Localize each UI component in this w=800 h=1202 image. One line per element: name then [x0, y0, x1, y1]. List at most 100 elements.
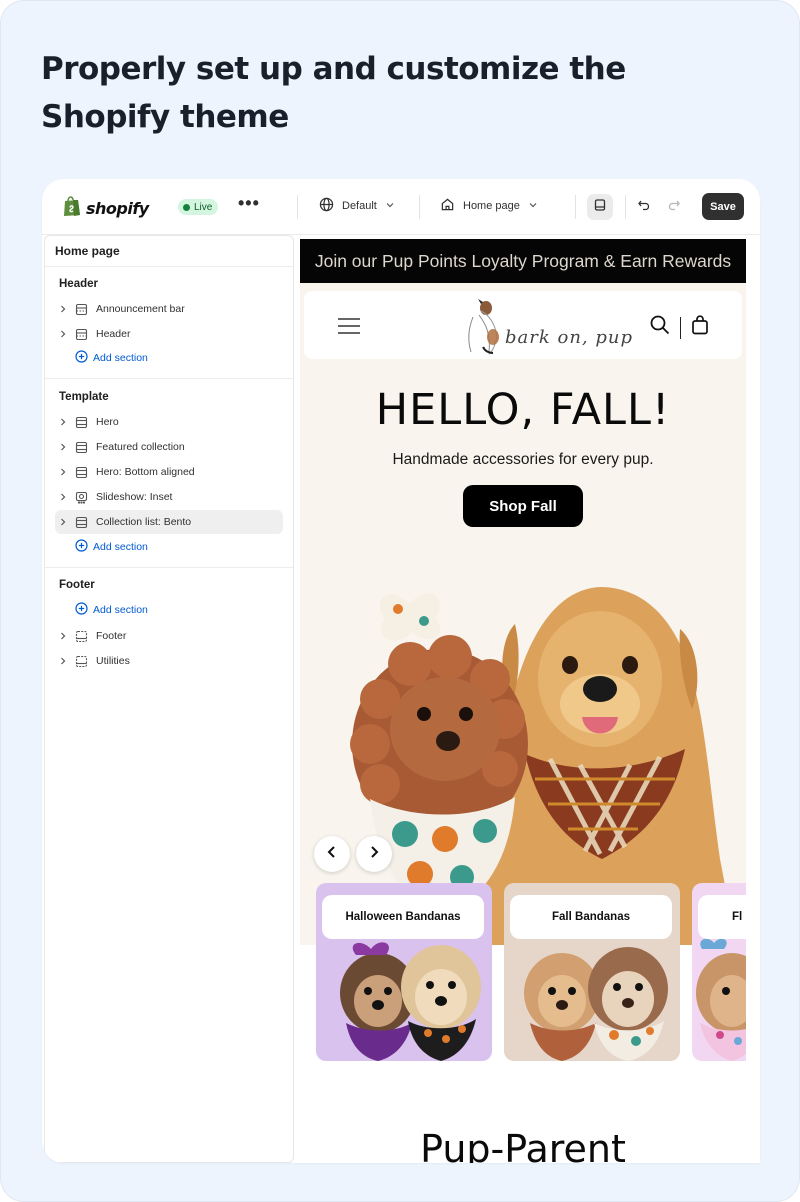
- dog-logo-icon: [459, 297, 503, 362]
- add-section-template[interactable]: Add section: [75, 539, 148, 555]
- header-icons: [650, 315, 709, 340]
- sidebar-item-label: Collection list: Bento: [96, 516, 192, 528]
- sidebar-item-hero[interactable]: Hero: [55, 410, 283, 434]
- theme-selector[interactable]: Default: [319, 197, 395, 215]
- group-template-label: Template: [59, 391, 109, 403]
- more-actions-button[interactable]: •••: [238, 193, 260, 214]
- sidebar-item-featured-collection[interactable]: Featured collection: [55, 435, 283, 459]
- add-section-label: Add section: [93, 352, 148, 364]
- sidebar-item-label: Featured collection: [96, 441, 185, 453]
- toolbar-divider: [575, 195, 576, 219]
- live-label: Live: [194, 201, 213, 213]
- sidebar-item-label: Slideshow: Inset: [96, 491, 173, 503]
- desktop-icon: [593, 198, 607, 217]
- toolbar-divider: [625, 195, 626, 219]
- live-dot-icon: [183, 203, 190, 211]
- save-button[interactable]: Save: [702, 193, 744, 220]
- hero-title: HELLO, FALL!: [375, 385, 671, 435]
- chevron-right-icon: [59, 304, 71, 314]
- collection-card-floral[interactable]: Fl: [692, 883, 746, 1061]
- sidebar-item-footer[interactable]: Footer: [55, 624, 283, 648]
- section-icon: [75, 516, 89, 529]
- collection-card-halloween[interactable]: Halloween Bandanas: [316, 883, 492, 1061]
- page-selector[interactable]: Home page: [440, 197, 538, 215]
- shopify-bag-icon: [62, 195, 82, 222]
- sidebar-item-label: Footer: [96, 630, 127, 642]
- sidebar-title: Home page: [55, 244, 120, 258]
- theme-selector-label: Default: [342, 200, 377, 212]
- shopify-wordmark: shopify: [86, 199, 149, 218]
- sidebar-item-label: Announcement bar: [96, 303, 185, 315]
- slideshow-next-button[interactable]: [356, 836, 392, 872]
- collection-card-fall[interactable]: Fall Bandanas: [504, 883, 680, 1061]
- add-section-label: Add section: [93, 604, 148, 616]
- sidebar-item-announcement-bar[interactable]: Announcement bar: [55, 297, 283, 321]
- chevron-right-icon: [59, 656, 71, 666]
- theme-editor-window: shopify Live ••• Default Home page Save …: [42, 179, 760, 1163]
- live-badge: Live: [178, 199, 219, 215]
- sidebar-item-collection-list-bento[interactable]: Collection list: Bento: [55, 510, 283, 534]
- sidebar-item-slideshow-inset[interactable]: Slideshow: Inset: [55, 485, 283, 509]
- sidebar-item-label: Hero: [96, 416, 119, 428]
- section-heading: Pup-Parent: [420, 1127, 626, 1163]
- desktop-preview-button[interactable]: [587, 194, 613, 220]
- collection-label: Halloween Bandanas: [322, 895, 484, 939]
- sections-sidebar: Home page Header Announcement bar Header…: [44, 235, 294, 1163]
- plus-circle-icon: [75, 350, 88, 366]
- undo-icon: [637, 198, 651, 217]
- chevron-down-icon: [385, 200, 395, 213]
- add-section-header[interactable]: Add section: [75, 350, 148, 366]
- redo-button[interactable]: [661, 194, 687, 220]
- search-icon[interactable]: [650, 315, 670, 340]
- sidebar-item-label: Header: [96, 328, 131, 340]
- store-brand-text: bark on, pup: [505, 327, 633, 348]
- section-icon: [75, 328, 89, 341]
- undo-button[interactable]: [631, 194, 657, 220]
- announcement-text: Join our Pup Points Loyalty Program & Ea…: [314, 250, 732, 271]
- chevron-right-icon: [59, 417, 71, 427]
- toolbar-divider: [419, 195, 420, 219]
- sidebar-divider: [45, 266, 293, 267]
- chevron-right-icon: [59, 631, 71, 641]
- section-icon: [75, 466, 89, 479]
- page-selector-label: Home page: [463, 200, 520, 212]
- announcement-bar[interactable]: Join our Pup Points Loyalty Program & Ea…: [300, 239, 746, 283]
- store-preview: Join our Pup Points Loyalty Program & Ea…: [300, 239, 746, 1163]
- group-header-label: Header: [59, 278, 98, 290]
- sidebar-item-label: Utilities: [96, 655, 130, 667]
- chevron-right-icon: [59, 517, 71, 527]
- shopify-logo[interactable]: shopify: [62, 195, 149, 222]
- add-section-footer[interactable]: Add section: [75, 602, 148, 618]
- chevron-right-icon: [368, 845, 380, 864]
- chevron-right-icon: [59, 329, 71, 339]
- slideshow-icon: [75, 491, 89, 504]
- store-logo[interactable]: bark on, pup: [459, 297, 633, 362]
- chevron-left-icon: [326, 845, 338, 864]
- sidebar-item-utilities[interactable]: Utilities: [55, 649, 283, 673]
- sidebar-item-hero-bottom-aligned[interactable]: Hero: Bottom aligned: [55, 460, 283, 484]
- chevron-right-icon: [59, 467, 71, 477]
- headline: Properly set up and customize the Shopif…: [41, 51, 626, 135]
- section-icon: [75, 303, 89, 316]
- sidebar-divider: [45, 378, 293, 379]
- footer-icon: [75, 630, 89, 643]
- collection-label: Fl: [698, 895, 746, 939]
- section-icon: [75, 441, 89, 454]
- plus-circle-icon: [75, 602, 88, 618]
- sidebar-divider: [45, 567, 293, 568]
- redo-icon: [667, 198, 681, 217]
- chevron-right-icon: [59, 492, 71, 502]
- store-header: bark on, pup: [304, 291, 742, 359]
- slideshow-prev-button[interactable]: [314, 836, 350, 872]
- cart-bag-icon[interactable]: [691, 315, 709, 340]
- toolbar-divider: [297, 195, 298, 219]
- add-section-label: Add section: [93, 541, 148, 553]
- menu-icon[interactable]: [338, 318, 360, 339]
- sidebar-item-header[interactable]: Header: [55, 322, 283, 346]
- shop-fall-button[interactable]: Shop Fall: [463, 485, 583, 527]
- globe-icon: [319, 197, 334, 215]
- collection-label: Fall Bandanas: [510, 895, 672, 939]
- editor-toolbar: shopify Live ••• Default Home page Save: [42, 179, 760, 235]
- section-icon: [75, 416, 89, 429]
- chevron-right-icon: [59, 442, 71, 452]
